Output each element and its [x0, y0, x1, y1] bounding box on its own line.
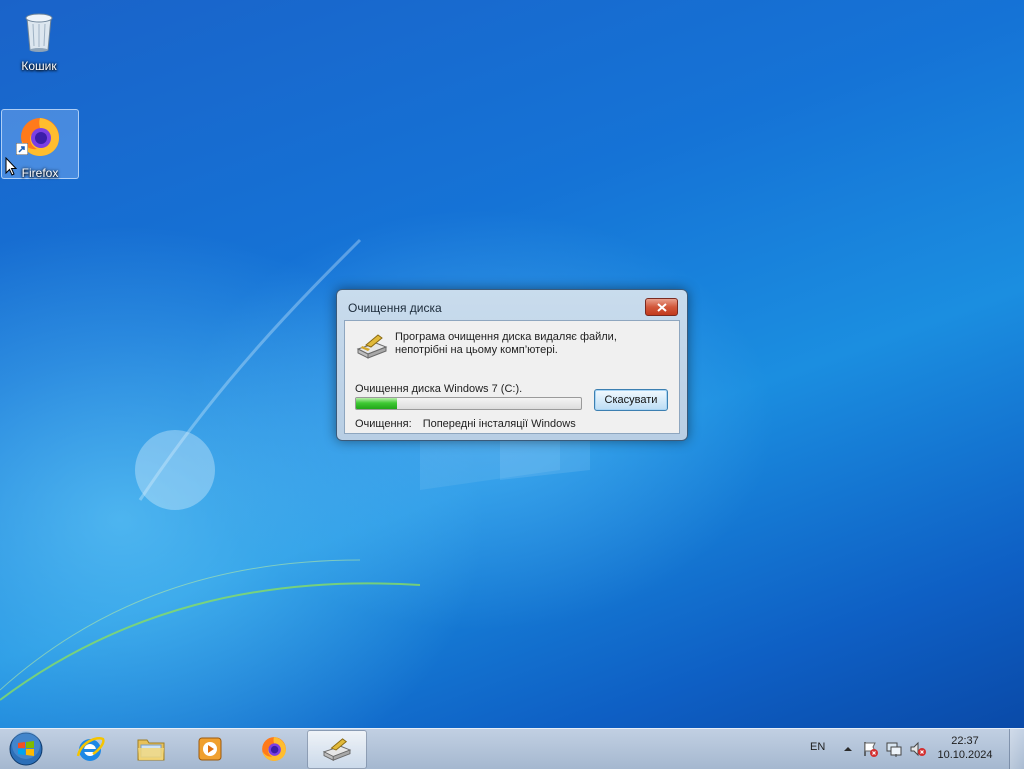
progress-fill [356, 398, 397, 409]
cleanup-progress-bar [355, 397, 582, 410]
recycle-bin-icon [25, 13, 53, 52]
dialog-title: Очищення диска [348, 301, 442, 315]
shortcut-arrow-icon [16, 143, 28, 155]
taskbar-windows-explorer[interactable] [122, 730, 180, 767]
start-button[interactable] [6, 730, 46, 768]
internet-explorer-icon [76, 736, 105, 761]
dialog-description: Програма очищення диска видаляє файли, н… [395, 331, 665, 357]
taskbar-disk-cleanup[interactable] [307, 730, 367, 769]
cleaning-value: Попередні інсталяції Windows [422, 418, 576, 430]
desktop-icon-label: Кошик [21, 59, 57, 73]
windows-start-icon [9, 731, 43, 766]
description-line: Програма очищення диска видаляє файли, [395, 331, 617, 343]
language-indicator[interactable]: EN [810, 741, 825, 753]
clock-time: 22:37 [951, 735, 979, 747]
taskbar-firefox[interactable] [245, 730, 303, 767]
volume-muted-icon[interactable] [909, 740, 927, 758]
mouse-cursor-icon [5, 157, 18, 176]
cancel-button[interactable]: Скасувати [594, 389, 668, 411]
desktop: Кошик Firefox Очищення диска Програма оч… [0, 0, 1024, 728]
disk-cleanup-icon [356, 334, 388, 359]
taskbar-media-player[interactable] [181, 730, 239, 767]
network-icon[interactable] [885, 740, 903, 758]
dialog-titlebar[interactable]: Очищення диска [337, 290, 687, 318]
cleanup-status-text: Очищення диска Windows 7 (C:). [355, 383, 523, 395]
clock-date: 10.10.2024 [937, 749, 993, 761]
taskbar: EN 22:37 10.10.2024 [0, 728, 1024, 769]
description-line: непотрібні на цьому комп’ютері. [395, 344, 558, 356]
firefox-icon [262, 736, 286, 761]
disk-cleanup-dialog: Очищення диска Програма очищення диска в… [336, 289, 688, 441]
show-desktop-button[interactable] [1009, 729, 1024, 769]
system-clock[interactable]: 22:37 10.10.2024 [934, 734, 996, 762]
dialog-client-area: Програма очищення диска видаляє файли, н… [344, 320, 680, 434]
show-hidden-icons-chevron-icon[interactable] [839, 740, 857, 758]
action-center-flag-icon[interactable] [861, 740, 879, 758]
folder-icon [137, 739, 165, 760]
cleaning-item-status: Очищення: Попередні інсталяції Windows [355, 418, 576, 430]
close-icon [656, 302, 667, 312]
taskbar-internet-explorer[interactable] [61, 730, 119, 767]
desktop-icon-recycle-bin[interactable]: Кошик [1, 6, 77, 73]
close-button[interactable] [645, 298, 678, 316]
cleaning-label: Очищення: [355, 418, 412, 430]
disk-cleanup-icon [322, 737, 352, 761]
media-player-icon [198, 737, 222, 760]
